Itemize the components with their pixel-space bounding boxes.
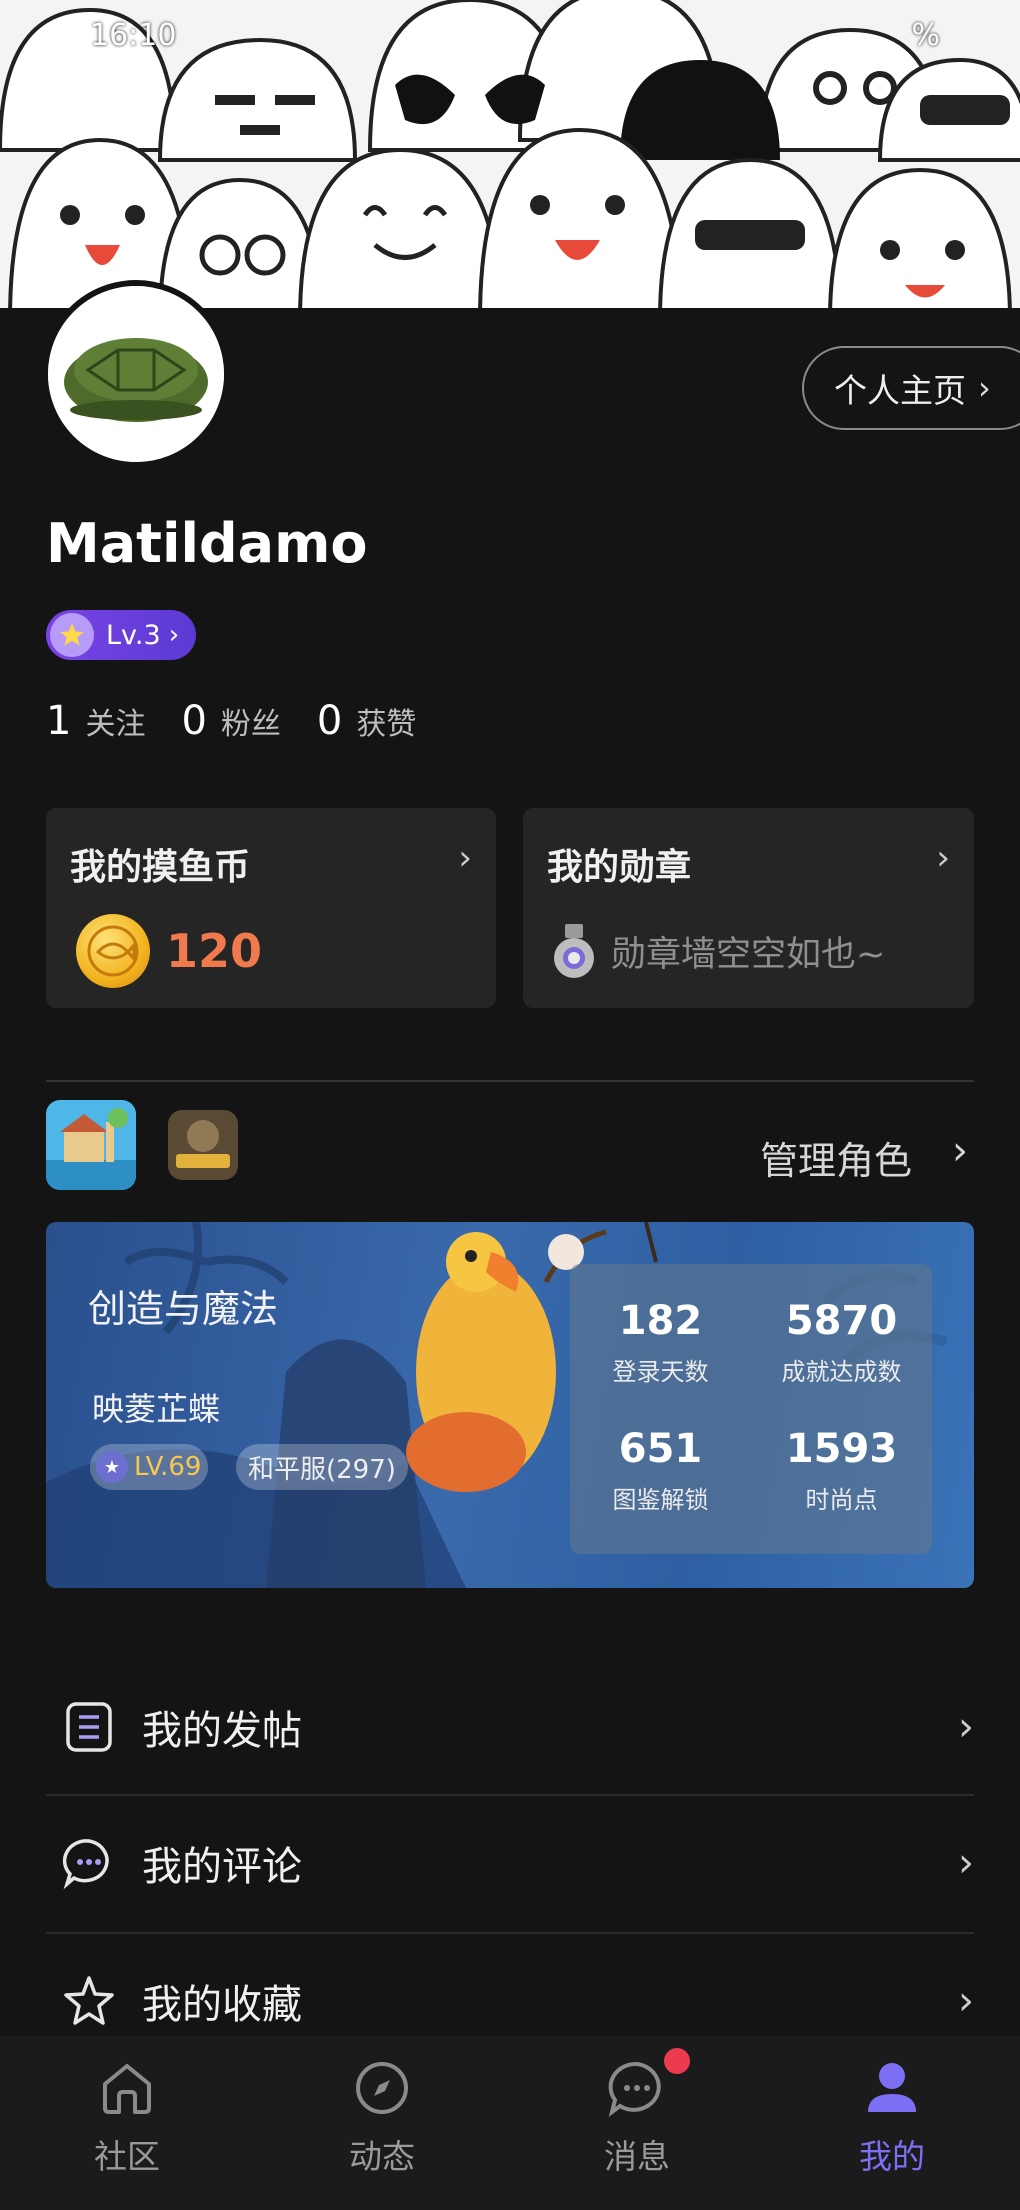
game-stat-value: 5870: [785, 1298, 898, 1344]
avatar[interactable]: [42, 280, 230, 468]
star-icon: [50, 613, 94, 657]
nav-label: 动态: [349, 2137, 415, 2176]
chevron-right-icon: ›: [936, 838, 950, 878]
game-stats-panel: 182 登录天数 5870 成就达成数 651 图鉴解锁 1593 时尚点: [570, 1264, 932, 1554]
stat-label: 获赞: [356, 707, 417, 742]
stat-value: 1: [46, 698, 72, 744]
fish-coin-icon: [76, 914, 150, 988]
personal-homepage-button[interactable]: 个人主页 ›: [802, 346, 1020, 430]
game-stat-value: 651: [618, 1426, 703, 1472]
section-divider: [46, 1080, 974, 1082]
chevron-right-icon: ›: [978, 369, 991, 407]
profile-icon: [868, 2063, 916, 2112]
menu-my-comments[interactable]: 我的评论 ›: [0, 1796, 1020, 1930]
stat-likes[interactable]: 0 获赞: [317, 698, 416, 744]
game-character-card[interactable]: 创造与魔法 映菱芷蝶 ★ LV.69 和平服(297) 182 登录天数 587…: [46, 1222, 974, 1588]
chevron-right-icon: ›: [958, 1840, 974, 1886]
nav-label: 消息: [604, 2137, 670, 2176]
profile-banner: 16:10 %: [0, 0, 1020, 308]
game-stat-label: 图鉴解锁: [612, 1486, 709, 1514]
star-icon: [64, 1976, 114, 2025]
chevron-right-icon: ›: [958, 1704, 974, 1750]
menu-my-posts[interactable]: 我的发帖 ›: [0, 1660, 1020, 1794]
nav-messages[interactable]: 消息: [557, 2056, 717, 2178]
nav-community[interactable]: 社区: [47, 2056, 207, 2178]
chevron-right-icon: ›: [168, 620, 180, 650]
stat-label: 粉丝: [220, 707, 281, 742]
level-badge[interactable]: Lv.3 ›: [46, 610, 196, 660]
my-coins-card[interactable]: 我的摸鱼币 › 120: [46, 808, 496, 1008]
manage-roles-link[interactable]: 管理角色: [760, 1130, 912, 1185]
stat-label: 关注: [85, 707, 146, 742]
status-time: 16:10: [90, 18, 177, 53]
game-stat-label: 成就达成数: [781, 1358, 902, 1386]
game-stat-value: 1593: [785, 1426, 898, 1472]
notification-dot: [664, 2048, 690, 2074]
character-level-badge: ★ LV.69: [90, 1444, 208, 1490]
medal-icon: [554, 924, 594, 978]
menu-label: 我的发帖: [142, 1708, 302, 1754]
game-stat-label: 登录天数: [612, 1358, 709, 1386]
medals-empty-text: 勋章墙空空如也~: [611, 935, 886, 975]
menu-label: 我的评论: [142, 1844, 302, 1890]
character-name: 映菱芷蝶: [92, 1390, 221, 1428]
chevron-right-icon[interactable]: ›: [952, 1128, 968, 1174]
game-icon-creation-magic[interactable]: [46, 1100, 136, 1190]
coins-card-title: 我的摸鱼币: [70, 847, 251, 888]
message-icon: [608, 2061, 661, 2117]
turtle-shell-avatar-icon: [48, 286, 224, 462]
coins-value: 120: [166, 924, 263, 978]
username: Matildamo: [46, 512, 368, 575]
document-icon: [66, 1702, 112, 1752]
stat-value: 0: [181, 698, 207, 744]
status-battery: %: [911, 18, 940, 53]
character-level: LV.69: [134, 1452, 202, 1482]
game-stat: 651 图鉴解锁: [570, 1426, 751, 1515]
personal-homepage-label: 个人主页: [834, 371, 966, 410]
game-stat: 182 登录天数: [570, 1298, 751, 1387]
game-stat: 5870 成就达成数: [751, 1298, 932, 1387]
nav-me[interactable]: 我的: [812, 2056, 972, 2178]
chevron-right-icon: ›: [958, 1978, 974, 2024]
medals-card-title: 我的勋章: [547, 847, 692, 888]
status-bar: 16:10 %: [0, 0, 1020, 80]
stat-followers[interactable]: 0 粉丝: [181, 698, 280, 744]
nav-label: 社区: [94, 2137, 160, 2176]
my-medals-card[interactable]: 我的勋章 › 勋章墙空空如也~: [523, 808, 974, 1008]
nav-label: 我的: [859, 2137, 925, 2176]
stat-value: 0: [316, 698, 343, 744]
bottom-navigation: 社区 动态 消息 我的: [0, 2036, 1020, 2210]
character-server: 和平服(297): [236, 1444, 408, 1490]
stat-following[interactable]: 1 关注: [46, 698, 145, 744]
chat-bubble-icon: [62, 1839, 109, 1890]
level-text: Lv.3: [106, 619, 161, 651]
game-stat-label: 时尚点: [805, 1486, 878, 1514]
chevron-right-icon: ›: [458, 838, 472, 878]
nav-feed[interactable]: 动态: [302, 2056, 462, 2178]
home-icon: [103, 2064, 151, 2114]
game-icon-king-battle[interactable]: [168, 1110, 238, 1180]
game-stat: 1593 时尚点: [751, 1426, 932, 1515]
menu-label: 我的收藏: [142, 1982, 302, 2028]
follow-stats: 1 关注 0 粉丝 0 获赞: [46, 698, 452, 744]
game-name: 创造与魔法: [88, 1287, 279, 1331]
game-stat-value: 182: [618, 1298, 703, 1344]
compass-icon: [356, 2062, 408, 2114]
shield-star-icon: ★: [96, 1451, 128, 1483]
